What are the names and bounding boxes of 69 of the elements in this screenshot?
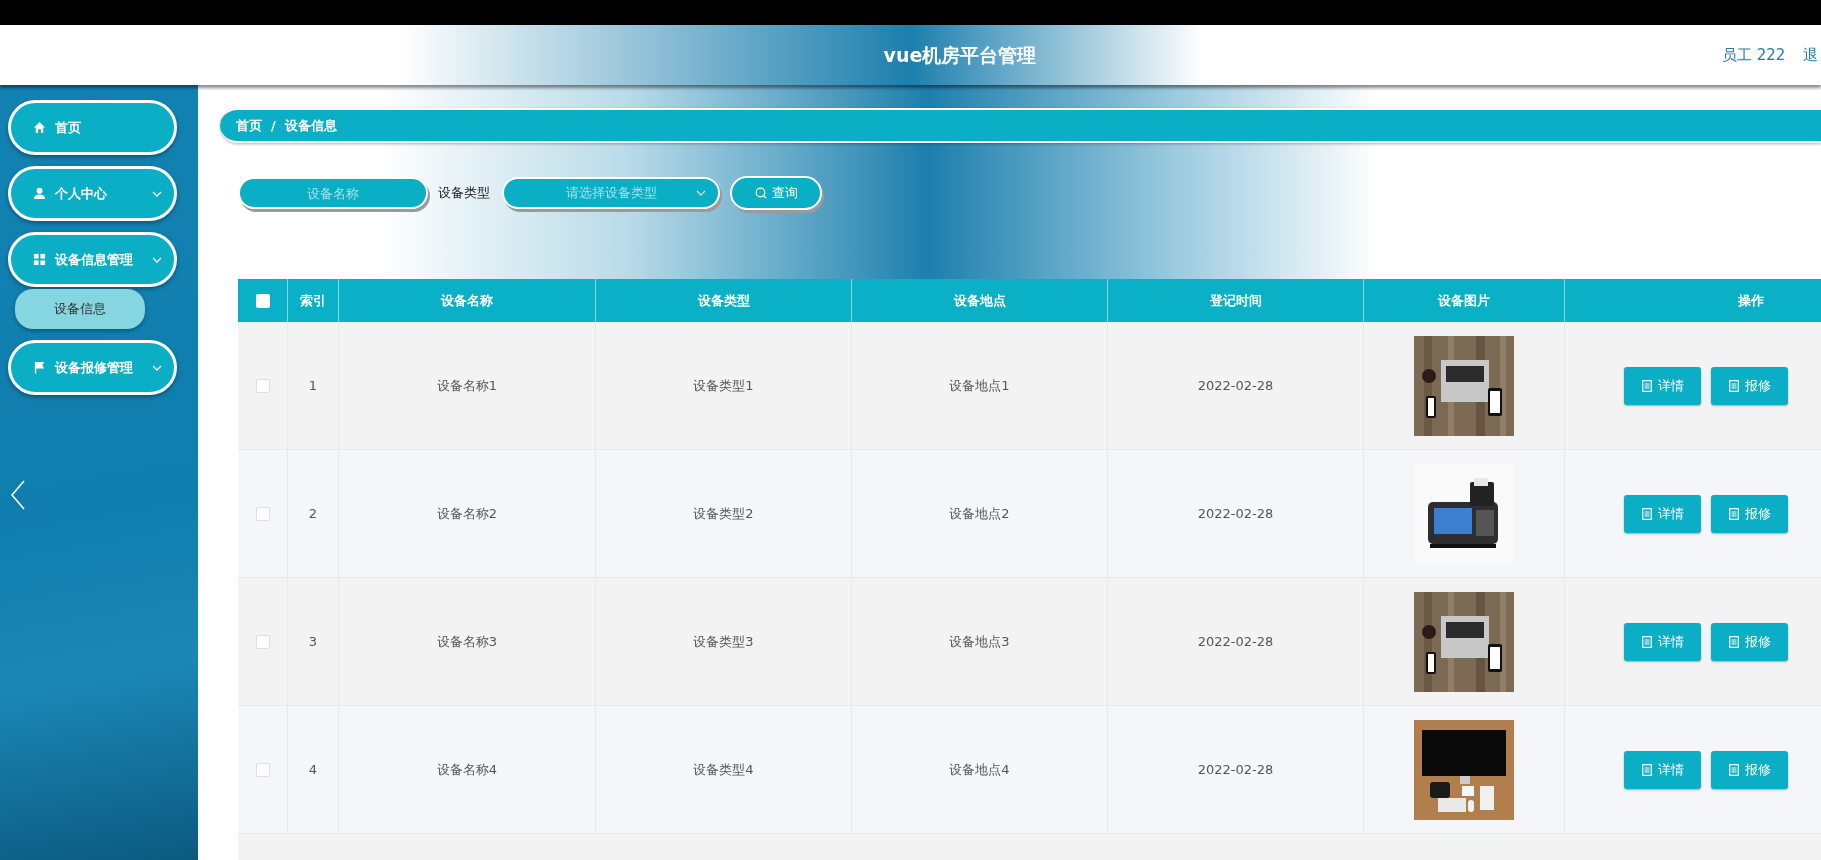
repair-button[interactable]: 报修 <box>1711 366 1788 405</box>
row-checkbox[interactable] <box>255 762 270 777</box>
table-cell-text: 2022-02-28 <box>1197 632 1274 651</box>
home-icon <box>33 121 46 134</box>
details-button[interactable]: 详情 <box>1624 366 1701 405</box>
app-title: vue机房平台管理 <box>883 42 1037 68</box>
document-icon <box>1728 635 1739 648</box>
table-cell-text: 设备名称3 <box>436 632 498 651</box>
document-icon <box>1641 507 1652 520</box>
column-header: 设备地点 <box>953 291 1006 310</box>
table-cell-text: 4 <box>308 760 318 779</box>
row-checkbox[interactable] <box>255 378 270 393</box>
table-cell-text: 设备类型3 <box>693 632 754 651</box>
type-label: 设备类型 <box>438 184 490 203</box>
table-cell-text: 2022-02-28 <box>1197 760 1274 779</box>
repair-button[interactable]: 报修 <box>1711 494 1788 533</box>
document-icon <box>1728 379 1739 392</box>
table-cell-text: 设备地点4 <box>949 760 1010 779</box>
menu-item[interactable]: 首页 <box>8 100 177 155</box>
column-header: 设备图片 <box>1438 291 1490 310</box>
document-icon <box>1641 635 1652 648</box>
user-icon <box>33 187 46 200</box>
table-cell-text: 设备地点2 <box>949 504 1010 523</box>
table-cell-text: 设备名称1 <box>436 376 498 395</box>
menu-item[interactable]: 个人中心 <box>8 166 177 221</box>
details-button[interactable]: 详情 <box>1624 622 1701 661</box>
search-button[interactable]: 查询 <box>730 176 822 210</box>
breadcrumb-link[interactable]: 设备信息 <box>284 115 337 136</box>
table-cell-text: 3 <box>308 632 318 651</box>
document-icon <box>1641 763 1652 776</box>
details-button[interactable]: 详情 <box>1624 494 1701 533</box>
table-cell-text: 2 <box>308 504 318 523</box>
row-checkbox[interactable] <box>255 506 270 521</box>
column-header: 登记时间 <box>1209 291 1262 310</box>
table-cell-text: 2022-02-28 <box>1197 504 1274 523</box>
details-button[interactable]: 详情 <box>1624 750 1701 789</box>
row-checkbox[interactable] <box>255 634 270 649</box>
column-header: 设备名称 <box>441 291 493 310</box>
column-header: 设备类型 <box>697 291 750 310</box>
table-cell-text: 设备类型4 <box>693 760 754 779</box>
submenu-item[interactable]: 设备信息 <box>15 289 145 329</box>
grid-icon <box>33 253 46 266</box>
table-cell-text: 设备名称2 <box>436 504 498 523</box>
chevron-down-icon <box>696 190 706 196</box>
breadcrumb-separator: / <box>271 116 276 135</box>
table-cell-text: 设备地点1 <box>949 376 1010 395</box>
select-all-checkbox[interactable] <box>255 293 270 308</box>
menu-item[interactable]: 设备信息管理 <box>8 232 177 287</box>
logout-link[interactable]: 退 <box>1803 43 1818 67</box>
table-cell-text: 1 <box>308 376 318 395</box>
table-cell-text: 设备地点3 <box>949 632 1010 651</box>
repair-button[interactable]: 报修 <box>1711 622 1788 661</box>
breadcrumb-link[interactable]: 首页 <box>236 115 262 136</box>
user-name: 员工 222 <box>1722 44 1786 66</box>
column-header: 索引 <box>300 291 326 310</box>
column-header: 操作 <box>1738 291 1764 310</box>
document-icon <box>1641 379 1652 392</box>
table-cell-text: 设备类型1 <box>693 376 754 395</box>
search-icon <box>754 187 767 199</box>
document-icon <box>1728 763 1739 776</box>
table-cell-text: 2022-02-28 <box>1197 376 1274 395</box>
repair-button[interactable]: 报修 <box>1711 750 1788 789</box>
name-search-field[interactable]: 设备名称 <box>238 177 428 209</box>
menu-item[interactable]: 设备报修管理 <box>8 340 177 395</box>
flag-icon <box>33 361 46 374</box>
table-cell-text: 设备类型2 <box>693 504 754 523</box>
document-icon <box>1728 507 1739 520</box>
type-select[interactable]: 请选择设备类型 <box>502 177 720 209</box>
table-cell-text: 设备名称4 <box>436 760 498 779</box>
